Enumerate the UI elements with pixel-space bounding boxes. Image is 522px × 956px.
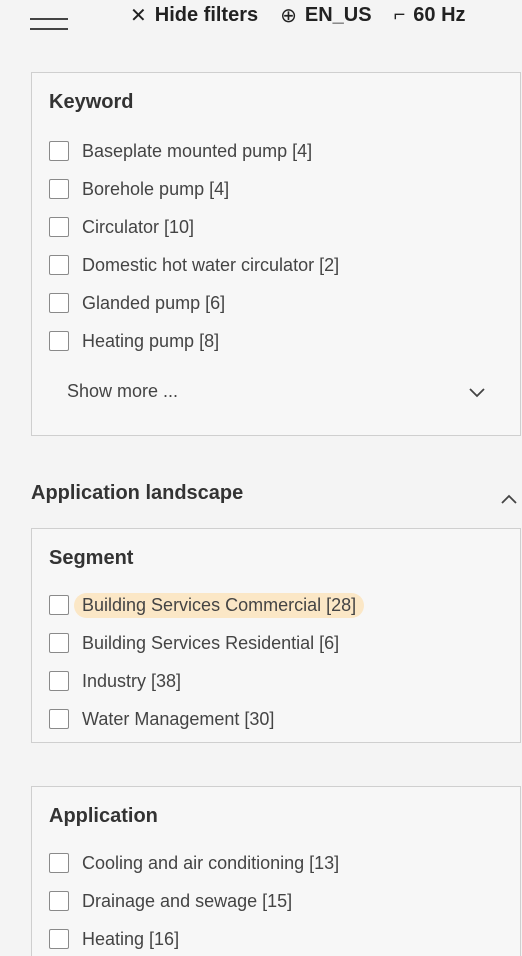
segment-option[interactable]: Building Services Residential [6]: [49, 631, 339, 655]
segment-filter-panel: Segment Building Services Commercial [28…: [31, 528, 521, 743]
segment-title: Segment: [49, 547, 134, 569]
option-label: Borehole pump [4]: [82, 178, 230, 199]
application-filter-panel: Application Cooling and air conditioning…: [31, 786, 521, 956]
top-bar: ✕ Hide filters ⊕ EN_US ⌐ 60 Hz: [0, 0, 522, 40]
option-label: Heating [16]: [82, 928, 180, 949]
checkbox[interactable]: [49, 929, 69, 949]
checkbox[interactable]: [49, 671, 69, 691]
checkbox[interactable]: [49, 255, 69, 275]
option-label: Glanded pump [6]: [82, 292, 226, 313]
application-option[interactable]: Drainage and sewage [15]: [49, 889, 292, 913]
keyword-option[interactable]: Baseplate mounted pump [4]: [49, 139, 312, 163]
keyword-option[interactable]: Domestic hot water circulator [2]: [49, 253, 339, 277]
keyword-filter-panel: Keyword Baseplate mounted pump [4] Boreh…: [31, 72, 521, 436]
option-label: Building Services Residential [6]: [82, 632, 340, 653]
segment-option[interactable]: Water Management [30]: [49, 707, 274, 731]
checkbox[interactable]: [49, 293, 69, 313]
menu-icon[interactable]: [30, 18, 68, 36]
globe-icon[interactable]: ⊕: [280, 3, 297, 28]
keyword-title: Keyword: [49, 91, 134, 113]
checkbox[interactable]: [49, 141, 69, 161]
chevron-up-icon[interactable]: [500, 489, 518, 510]
option-label: Circulator [10]: [82, 216, 195, 237]
application-option[interactable]: Heating [16]: [49, 927, 179, 951]
checkbox[interactable]: [49, 709, 69, 729]
option-label: Domestic hot water circulator [2]: [82, 254, 340, 275]
checkbox[interactable]: [49, 633, 69, 653]
checkbox[interactable]: [49, 331, 69, 351]
chevron-down-icon[interactable]: [468, 383, 486, 404]
close-icon[interactable]: ✕: [130, 3, 147, 28]
frequency-icon[interactable]: ⌐: [394, 4, 406, 27]
checkbox[interactable]: [49, 853, 69, 873]
keyword-option[interactable]: Heating pump [8]: [49, 329, 219, 353]
segment-option[interactable]: Building Services Commercial [28]: [49, 592, 365, 618]
application-option[interactable]: Cooling and air conditioning [13]: [49, 851, 339, 875]
show-more-link[interactable]: Show more ...: [67, 381, 178, 402]
option-label: Drainage and sewage [15]: [82, 890, 293, 911]
keyword-option[interactable]: Circulator [10]: [49, 215, 194, 239]
option-label: Industry [38]: [82, 670, 182, 691]
keyword-option[interactable]: Glanded pump [6]: [49, 291, 225, 315]
checkbox[interactable]: [49, 595, 69, 615]
frequency-selector[interactable]: 60 Hz: [413, 4, 465, 27]
segment-option[interactable]: Industry [38]: [49, 669, 181, 693]
checkbox[interactable]: [49, 179, 69, 199]
application-title: Application: [49, 805, 158, 827]
option-label: Water Management [30]: [82, 708, 275, 729]
application-landscape-heading[interactable]: Application landscape: [31, 482, 243, 505]
hide-filters-button[interactable]: Hide filters: [155, 4, 258, 27]
checkbox[interactable]: [49, 217, 69, 237]
keyword-option[interactable]: Borehole pump [4]: [49, 177, 229, 201]
option-label: Heating pump [8]: [82, 330, 220, 351]
option-label-highlighted: Building Services Commercial [28]: [74, 592, 365, 618]
language-selector[interactable]: EN_US: [305, 4, 372, 27]
option-label: Baseplate mounted pump [4]: [82, 140, 313, 161]
option-label: Cooling and air conditioning [13]: [82, 852, 340, 873]
topbar-actions: ✕ Hide filters ⊕ EN_US ⌐ 60 Hz: [130, 0, 466, 32]
checkbox[interactable]: [49, 891, 69, 911]
